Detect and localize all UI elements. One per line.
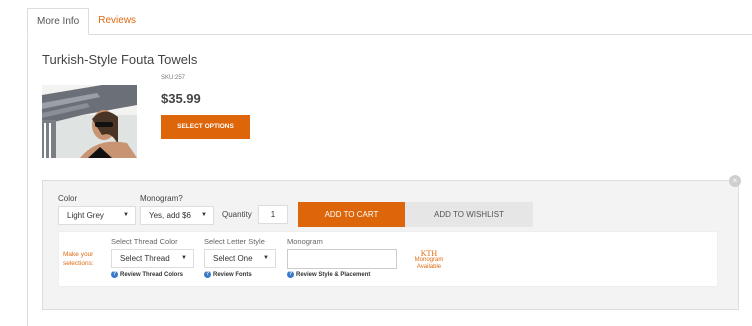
- help-icon: ?: [111, 271, 118, 278]
- chevron-down-icon: ▼: [201, 212, 207, 218]
- monogram-select-value: Yes, add $6: [149, 211, 191, 220]
- select-options-button[interactable]: SELECT OPTIONS: [161, 115, 250, 139]
- monogram-input[interactable]: [287, 249, 397, 269]
- kth-monogram-text: KTH: [420, 249, 438, 258]
- quantity-input[interactable]: 1: [258, 205, 288, 224]
- product-title: Turkish-Style Fouta Towels: [42, 52, 198, 67]
- tab-more-info[interactable]: More Info: [27, 8, 90, 35]
- review-thread-colors-text: Review Thread Colors: [120, 271, 184, 278]
- letter-style-select[interactable]: Select One ▼: [204, 249, 276, 268]
- sku-text: SKU:257: [161, 75, 186, 81]
- color-select-value: Light Grey: [67, 211, 104, 220]
- chevron-down-icon: ▼: [263, 255, 269, 261]
- monogram-select[interactable]: Yes, add $6 ▼: [140, 206, 214, 225]
- tab-bar: More Info Reviews: [27, 8, 145, 35]
- chevron-down-icon: ▼: [123, 212, 129, 218]
- close-icon[interactable]: ×: [729, 175, 741, 187]
- quantity-label: Quantity: [222, 210, 252, 219]
- product-image[interactable]: [42, 85, 137, 158]
- thread-color-label: Select Thread Color: [111, 237, 178, 246]
- letter-style-select-value: Select One: [213, 254, 253, 263]
- kth-caption-2: Available: [416, 264, 442, 270]
- monogram-text-label: Monogram: [287, 237, 323, 246]
- letter-style-label: Select Letter Style: [204, 237, 265, 246]
- monogram-available-badge: KTH Monogram Available: [410, 250, 448, 271]
- help-icon: ?: [287, 271, 294, 278]
- color-label: Color: [58, 194, 78, 203]
- tab-reviews[interactable]: Reviews: [89, 8, 145, 35]
- review-style-link[interactable]: ? Review Style & Placement: [287, 271, 370, 278]
- add-to-wishlist-button[interactable]: ADD TO WISHLIST: [405, 202, 533, 227]
- thread-select[interactable]: Select Thread ▼: [111, 249, 194, 268]
- review-fonts-link[interactable]: ? Review Fonts: [204, 271, 252, 278]
- color-select[interactable]: Light Grey ▼: [58, 206, 136, 225]
- thread-select-value: Select Thread: [120, 254, 170, 263]
- price: $35.99: [161, 91, 201, 106]
- monogram-label: Monogram?: [140, 194, 183, 203]
- make-selections-label: Make your selections:: [63, 251, 94, 267]
- review-style-text: Review Style & Placement: [296, 271, 371, 278]
- help-icon: ?: [204, 271, 211, 278]
- kth-caption-1: Monogram: [414, 257, 444, 263]
- review-fonts-text: Review Fonts: [213, 271, 252, 278]
- product-page: More Info Reviews Turkish-Style Fouta To…: [0, 0, 752, 326]
- review-thread-colors-link[interactable]: ? Review Thread Colors: [111, 271, 183, 278]
- chevron-down-icon: ▼: [181, 255, 187, 261]
- add-to-cart-button[interactable]: ADD TO CART: [298, 202, 405, 227]
